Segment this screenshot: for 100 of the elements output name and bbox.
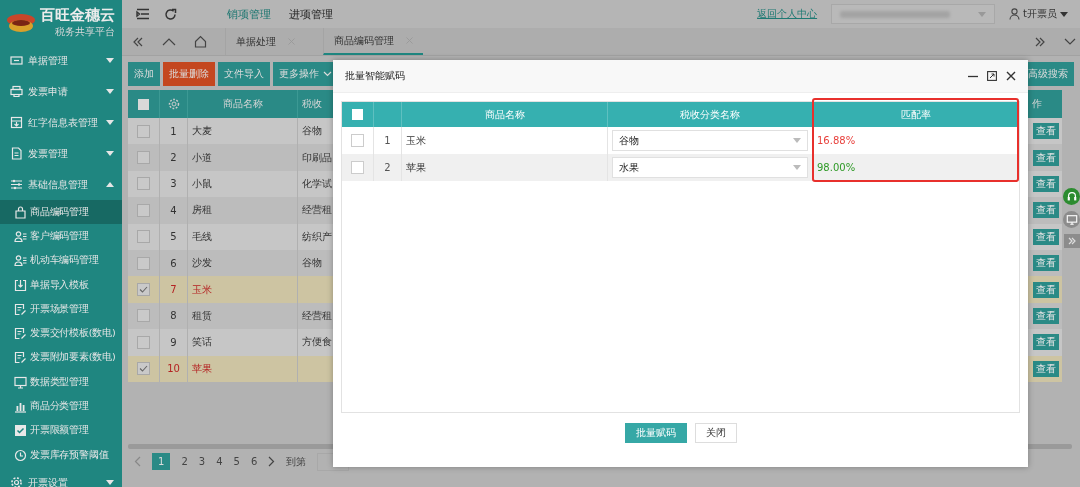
column-header: 税收分类名称 — [608, 102, 813, 127]
table-cell: 谷物 — [302, 124, 322, 139]
page-button[interactable]: 6 — [250, 456, 258, 468]
chevron-up-icon[interactable] — [162, 37, 176, 46]
sidebar-item[interactable]: 商品分类管理 — [0, 394, 122, 419]
view-button[interactable]: 查看 — [1033, 334, 1059, 351]
row-checkbox[interactable] — [137, 256, 150, 270]
sliders-icon — [10, 178, 23, 191]
assign-button[interactable]: 批量赋码 — [624, 423, 687, 443]
expand-icon[interactable] — [1064, 234, 1080, 248]
page-button[interactable]: 3 — [198, 456, 206, 468]
row-checkbox[interactable] — [137, 362, 150, 376]
view-button[interactable]: 查看 — [1033, 149, 1059, 166]
page-tab[interactable]: 单据处理 — [225, 28, 305, 55]
check-icon — [139, 286, 148, 294]
row-number: 7 — [160, 276, 188, 303]
caret-icon[interactable] — [106, 120, 114, 125]
personal-center-link[interactable]: 返回个人中心 — [757, 7, 818, 21]
monitor-icon — [1065, 213, 1078, 226]
row-checkbox[interactable] — [137, 124, 150, 138]
previous-icon[interactable] — [134, 456, 141, 468]
header-checkbox[interactable] — [138, 98, 149, 110]
sidebar-item[interactable]: 单据管理 — [0, 45, 122, 76]
user-icon — [1009, 8, 1021, 20]
sidebar-item[interactable]: 数据类型管理 — [0, 370, 122, 395]
clock-icon — [14, 448, 27, 462]
sidebar-item[interactable]: 发票申请 — [0, 76, 122, 107]
row-number: 9 — [160, 329, 188, 356]
sidebar-item[interactable]: 商品编码管理 — [0, 200, 122, 225]
collapse-left-icon[interactable] — [132, 36, 144, 47]
view-button[interactable]: 查看 — [1033, 281, 1059, 298]
sidebar-item[interactable]: 发票库存预警阈值 — [0, 442, 122, 468]
refresh-icon[interactable] — [164, 7, 177, 21]
monitor-button[interactable] — [1063, 211, 1080, 228]
sidebar-item[interactable]: 开票设置 — [0, 467, 122, 487]
page-button[interactable]: 2 — [181, 456, 188, 468]
page-button[interactable]: 1 — [152, 453, 171, 471]
header-checkbox[interactable] — [352, 109, 363, 120]
toolbar-button[interactable]: 添加 — [128, 62, 160, 86]
row-checkbox[interactable] — [137, 335, 150, 349]
toolbar-button[interactable]: 文件导入 — [218, 62, 270, 86]
sidebar-item[interactable]: 基础信息管理 — [0, 169, 122, 200]
close-button[interactable]: 关闭 — [694, 423, 737, 443]
row-checkbox[interactable] — [351, 134, 364, 147]
sidebar-item[interactable]: 客户编码管理 — [0, 224, 122, 249]
edit-document-icon — [14, 327, 27, 341]
sidebar-item[interactable]: 开票场景管理 — [0, 297, 122, 322]
row-checkbox[interactable] — [137, 203, 150, 217]
sidebar-item[interactable]: 发票交付模板(数电) — [0, 321, 122, 346]
chevron-down-icon[interactable] — [1064, 38, 1076, 45]
view-button[interactable]: 查看 — [1033, 228, 1059, 245]
category-select[interactable]: 水果 — [612, 157, 808, 178]
row-checkbox[interactable] — [137, 309, 150, 323]
row-number: 2 — [374, 154, 402, 181]
close-icon[interactable] — [1006, 71, 1016, 81]
table-cell: 谷物 — [302, 256, 322, 271]
view-button[interactable]: 查看 — [1033, 123, 1059, 140]
sidebar-item[interactable]: 单据导入模板 — [0, 272, 122, 298]
logo-icon — [6, 11, 36, 34]
headset-button[interactable] — [1063, 188, 1080, 205]
caret-icon[interactable] — [106, 89, 114, 94]
category-select[interactable]: 谷物 — [612, 130, 808, 151]
next-icon[interactable] — [268, 456, 276, 468]
view-button[interactable]: 查看 — [1033, 175, 1059, 192]
sidebar-item[interactable]: 机动车编码管理 — [0, 248, 122, 273]
home-icon[interactable] — [194, 35, 207, 48]
sidebar-item[interactable]: 发票附加要素(数电) — [0, 345, 122, 371]
caret-icon[interactable] — [106, 480, 114, 486]
view-button[interactable]: 查看 — [1033, 360, 1059, 377]
row-checkbox[interactable] — [351, 161, 364, 174]
table-cell: 玉米 — [188, 276, 298, 303]
row-checkbox[interactable] — [137, 151, 150, 165]
nav-tab[interactable]: 进项管理 — [289, 6, 333, 22]
view-button[interactable]: 查看 — [1033, 255, 1059, 272]
caret-icon[interactable] — [106, 151, 114, 156]
page-button[interactable]: 5 — [233, 456, 240, 468]
view-button[interactable]: 查看 — [1033, 307, 1059, 324]
gear-icon[interactable] — [167, 98, 180, 110]
row-number: 5 — [160, 223, 188, 250]
row-checkbox[interactable] — [137, 283, 150, 297]
match-rate: 98.00% — [817, 162, 856, 173]
caret-icon[interactable] — [106, 182, 114, 187]
row-checkbox[interactable] — [137, 177, 150, 191]
menu-icon[interactable] — [136, 8, 150, 20]
page-button[interactable]: 4 — [216, 456, 223, 468]
nav-tab[interactable]: 销项管理 — [227, 6, 271, 22]
scroll-right-icon[interactable] — [1034, 36, 1046, 47]
gear-icon — [10, 476, 23, 487]
row-checkbox[interactable] — [137, 230, 150, 244]
user-menu[interactable]: t开票员 — [1009, 7, 1068, 21]
page-tab[interactable]: 商品编码管理 — [323, 28, 423, 55]
maximize-icon[interactable] — [987, 71, 997, 81]
caret-icon — [978, 11, 987, 17]
sidebar-item[interactable]: 发票管理 — [0, 138, 122, 169]
check-icon — [139, 365, 148, 373]
view-button[interactable]: 查看 — [1033, 202, 1059, 219]
sidebar-item[interactable]: 开票限额管理 — [0, 418, 122, 443]
sidebar-item[interactable]: 红字信息表管理 — [0, 107, 122, 138]
caret-icon[interactable] — [106, 58, 114, 63]
delete-button[interactable]: 批量删除 — [163, 62, 215, 86]
